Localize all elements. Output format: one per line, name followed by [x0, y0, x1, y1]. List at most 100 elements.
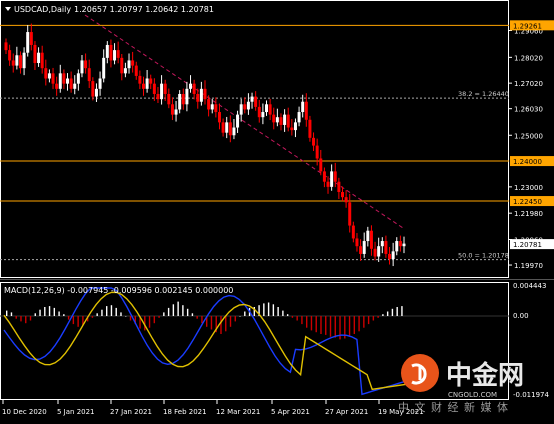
chart-canvas[interactable]: 1.290601.280201.270201.260301.250001.230… [0, 0, 554, 424]
macd-histogram-bar [396, 307, 398, 316]
candle-body [402, 243, 406, 247]
candle-body [178, 93, 182, 110]
candle-body [192, 83, 196, 94]
candle-body [217, 112, 221, 123]
candle-body [388, 253, 392, 260]
candle-body [181, 93, 185, 105]
macd-histogram-bar [325, 316, 327, 335]
candle-body [98, 78, 102, 89]
macd-histogram-bar [386, 311, 389, 316]
candle-body [257, 106, 261, 118]
candle-body [47, 73, 51, 79]
macd-histogram-bar [320, 316, 322, 334]
candle-body [250, 96, 254, 102]
candle-body [69, 78, 73, 89]
macd-histogram-bar [234, 316, 236, 322]
candle-body [308, 119, 312, 138]
price-tick-label: 1.27020 [514, 80, 543, 88]
chevron-down-icon[interactable] [5, 7, 11, 11]
candle-body [58, 73, 62, 89]
candle-body [315, 145, 319, 159]
candle-body [131, 60, 135, 66]
macd-histogram-bar [220, 316, 222, 334]
candle-body [62, 73, 66, 84]
macd-histogram-bar [39, 309, 41, 316]
candle-body [362, 241, 366, 254]
candle-body [333, 171, 337, 182]
candle-body [44, 68, 48, 79]
candle-body [199, 88, 203, 102]
candle-body [384, 241, 388, 254]
macd-histogram-bar [372, 316, 375, 321]
time-tick-label: 27 Jan 2021 [110, 408, 152, 416]
macd-histogram-bar [382, 314, 384, 316]
candle-body [80, 60, 84, 74]
candle-body [138, 75, 142, 84]
macd-histogram-bar [329, 316, 332, 337]
macd-histogram-bar [377, 316, 379, 318]
macd-histogram-bar [291, 316, 294, 318]
candle-body [246, 101, 250, 110]
candle-body [109, 44, 113, 61]
macd-histogram-bar [306, 316, 308, 328]
candle-body [283, 114, 287, 125]
candle-body [380, 241, 384, 247]
candle-body [203, 88, 207, 100]
macd-histogram-bar [229, 316, 232, 327]
candle-body [134, 65, 138, 76]
candle-body [312, 137, 316, 146]
candle-body [11, 60, 15, 66]
candle-body [290, 127, 294, 131]
ohlc-values: 1.20657 1.20797 1.20642 1.20781 [74, 5, 214, 14]
candle-body [55, 83, 59, 89]
candle-body [94, 88, 98, 97]
macd-histogram-bar [286, 314, 289, 316]
time-tick-label: 12 Mar 2021 [216, 408, 260, 416]
macd-histogram-bar [101, 309, 103, 316]
candle-body [326, 181, 330, 187]
macd-label: MACD(12,26,9) -0.007945 -0.009596 0.0021… [4, 286, 233, 295]
candle-body [174, 109, 178, 115]
macd-histogram-bar [125, 316, 127, 317]
brand-tagline: 中 文 财 经 新 媒 体 [398, 400, 509, 414]
candle-body [214, 104, 218, 113]
macd-histogram-bar [272, 304, 275, 316]
time-tick-label: 10 Dec 2020 [2, 408, 47, 416]
macd-histogram-bar [348, 316, 351, 337]
macd-histogram-bar [106, 306, 108, 316]
candle-body [272, 114, 276, 123]
macd-histogram-bar [191, 313, 194, 316]
trend-line[interactable] [84, 14, 404, 229]
candle-body [207, 99, 211, 110]
candle-body [337, 181, 341, 193]
candle-body [167, 93, 171, 105]
macd-histogram-bar [20, 316, 22, 322]
candle-body [210, 104, 214, 110]
macd-histogram-bar [153, 316, 156, 324]
candle-body [127, 60, 131, 69]
candle-body [33, 44, 37, 64]
macd-line [3, 287, 409, 396]
candle-body [66, 78, 70, 84]
candle-body [149, 78, 153, 84]
macd-histogram-bar [315, 316, 317, 333]
macd-histogram-bar [282, 310, 284, 316]
candle-body [340, 192, 344, 198]
price-axis: 1.290601.280201.270201.260301.250001.230… [509, 28, 543, 270]
macd-histogram-bar [48, 306, 51, 316]
macd-histogram-bar [10, 312, 13, 316]
candle-body [26, 32, 30, 53]
macd-tick-label: 0.004443 [513, 282, 546, 290]
macd-histogram-bar [177, 301, 179, 316]
macd-histogram-bar [310, 316, 313, 331]
candle-body [344, 197, 348, 203]
candle-body [145, 78, 149, 89]
candle-body [102, 57, 106, 79]
macd-histogram-bar [163, 312, 165, 316]
candle-body [373, 248, 377, 257]
macd-histogram-bar [244, 311, 246, 316]
candle-body [377, 246, 381, 257]
fib-label: 38.2 = 1.26440 [458, 90, 509, 98]
macd-histogram-bar [201, 316, 203, 324]
candle-body [366, 230, 370, 242]
